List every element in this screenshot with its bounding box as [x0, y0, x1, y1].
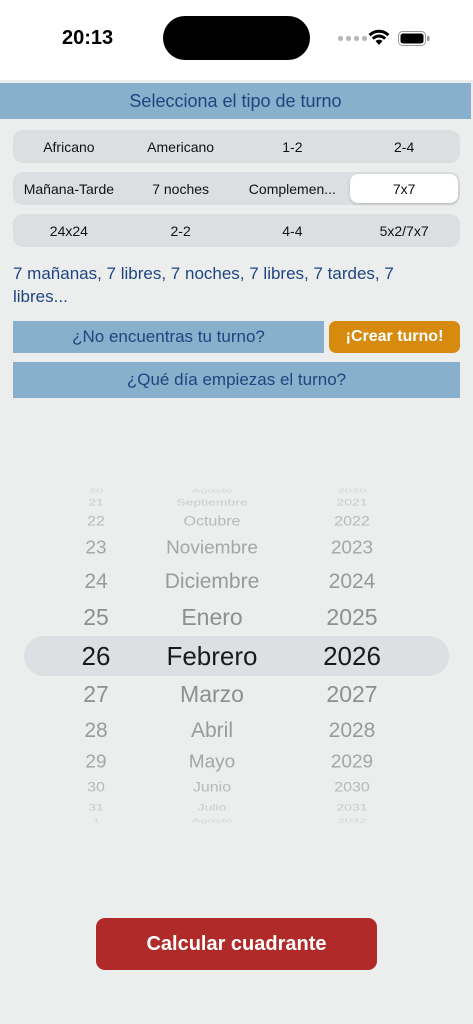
day-option[interactable]: 24: [56, 571, 136, 592]
month-option[interactable]: Agosto: [132, 817, 292, 823]
year-option[interactable]: 2022: [292, 515, 412, 529]
year-option[interactable]: 2032: [292, 817, 412, 823]
shift-type-option[interactable]: Americano: [127, 132, 235, 161]
shift-type-option[interactable]: Complemen...: [239, 174, 347, 203]
day-option[interactable]: 20: [56, 487, 136, 493]
date-picker[interactable]: 20 21 22 23 24 25 26 27 28 29 30 31 1 Agosto Septiemb…: [0, 480, 473, 830]
month-option[interactable]: Agosto: [132, 487, 292, 493]
screen: 20:13 Selecciona el tipo de turno Africa…: [0, 0, 473, 1024]
month-option-selected[interactable]: Febrero: [132, 643, 292, 669]
month-option[interactable]: Diciembre: [132, 571, 292, 592]
year-option-selected[interactable]: 2026: [292, 643, 412, 669]
year-option[interactable]: 2023: [292, 539, 412, 557]
day-option[interactable]: 21: [56, 497, 136, 506]
month-option[interactable]: Julio: [132, 802, 292, 811]
day-option-selected[interactable]: 26: [56, 643, 136, 669]
month-option[interactable]: Junio: [132, 781, 292, 795]
month-option[interactable]: Septiembre: [132, 497, 292, 506]
day-option[interactable]: 27: [56, 682, 136, 706]
year-option[interactable]: 2027: [292, 682, 412, 706]
day-option[interactable]: 25: [56, 605, 136, 629]
create-shift-button[interactable]: ¡Crear turno!: [329, 321, 460, 353]
month-option[interactable]: Abril: [132, 720, 292, 741]
shift-description: 7 mañanas, 7 libres, 7 noches, 7 libres,…: [13, 264, 394, 306]
year-option[interactable]: 2021: [292, 497, 412, 506]
shift-type-option[interactable]: 7 noches: [127, 174, 235, 203]
month-option[interactable]: Mayo: [132, 753, 292, 771]
year-option[interactable]: 2030: [292, 781, 412, 795]
cellular-signal-icon: [338, 36, 367, 41]
month-option[interactable]: Noviembre: [132, 539, 292, 557]
day-option[interactable]: 30: [56, 781, 136, 795]
day-option[interactable]: 23: [56, 539, 136, 557]
year-option[interactable]: 2024: [292, 571, 412, 592]
day-option[interactable]: 1: [56, 817, 136, 823]
shift-type-option[interactable]: Mañana-Tarde: [15, 174, 123, 203]
year-option[interactable]: 2025: [292, 605, 412, 629]
not-found-label: ¿No encuentras tu turno?: [13, 321, 324, 353]
month-wheel[interactable]: Agosto Septiembre Octubre Noviembre Diciembr…: [132, 480, 292, 830]
shift-type-row-2: Mañana-Tarde 7 noches Complemen... 7x7: [13, 172, 460, 205]
shift-type-option-selected[interactable]: 7x7: [350, 174, 458, 203]
page-title: Selecciona el tipo de turno: [0, 83, 471, 119]
shift-type-option[interactable]: Africano: [15, 132, 123, 161]
year-option[interactable]: 2028: [292, 720, 412, 741]
day-wheel[interactable]: 20 21 22 23 24 25 26 27 28 29 30 31 1: [56, 480, 136, 830]
status-time: 20:13: [62, 27, 114, 49]
day-option[interactable]: 29: [56, 753, 136, 771]
shift-type-option[interactable]: 2-2: [127, 216, 235, 245]
year-wheel[interactable]: 2020 2021 2022 2023 2024 2025 2026 2027 2028 2029…: [292, 480, 412, 830]
day-option[interactable]: 31: [56, 802, 136, 811]
wifi-icon: [368, 29, 390, 45]
shift-type-row-3: 24x24 2-2 4-4 5x2/7x7: [13, 214, 460, 247]
month-option[interactable]: Enero: [132, 605, 292, 629]
shift-type-option[interactable]: 5x2/7x7: [350, 216, 458, 245]
year-option[interactable]: 2031: [292, 802, 412, 811]
dynamic-island: [163, 16, 310, 60]
year-option[interactable]: 2020: [292, 487, 412, 493]
shift-type-option[interactable]: 4-4: [239, 216, 347, 245]
shift-type-option[interactable]: 24x24: [15, 216, 123, 245]
shift-type-row-1: Africano Americano 1-2 2-4: [13, 130, 460, 163]
battery-icon: [398, 31, 430, 46]
shift-type-option[interactable]: 2-4: [350, 132, 458, 161]
day-option[interactable]: 28: [56, 720, 136, 741]
day-option[interactable]: 22: [56, 515, 136, 529]
calculate-schedule-button[interactable]: Calcular cuadrante: [96, 918, 377, 970]
month-option[interactable]: Octubre: [132, 515, 292, 529]
year-option[interactable]: 2029: [292, 753, 412, 771]
shift-type-option[interactable]: 1-2: [239, 132, 347, 161]
month-option[interactable]: Marzo: [132, 682, 292, 706]
start-day-label: ¿Qué día empiezas el turno?: [13, 362, 460, 398]
